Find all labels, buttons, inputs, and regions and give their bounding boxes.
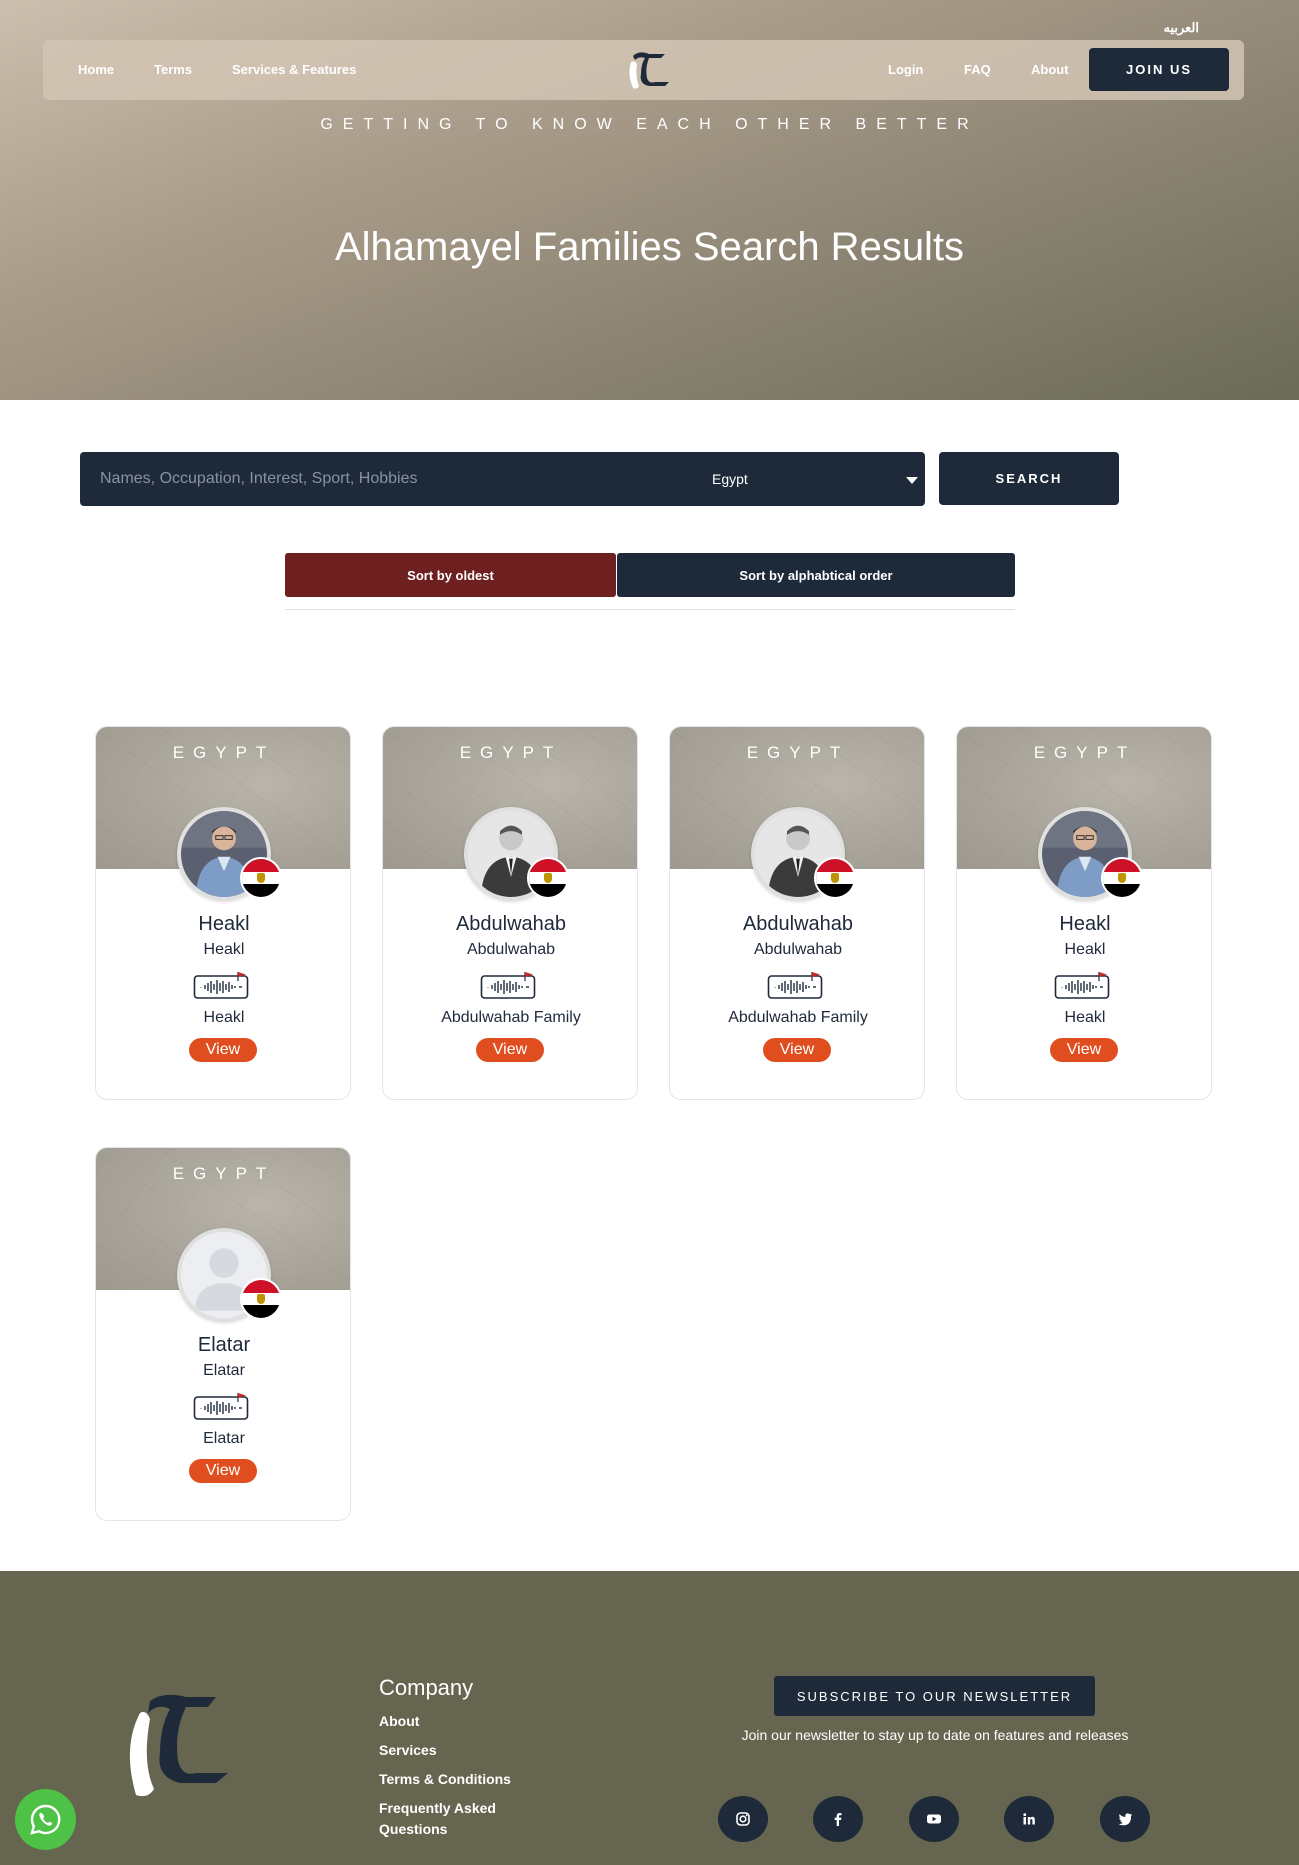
instagram-icon[interactable] <box>718 1796 768 1842</box>
audio-recording-icon[interactable] <box>1054 970 1114 1000</box>
nav-login[interactable]: Login <box>888 40 923 100</box>
search-input[interactable] <box>100 452 660 506</box>
whatsapp-chat-button[interactable] <box>15 1789 76 1850</box>
search-button[interactable]: SEARCH <box>939 452 1119 505</box>
nav-terms[interactable]: Terms <box>154 40 192 100</box>
card-name: Elatar <box>197 1334 251 1356</box>
card-name: Abdulwahab <box>455 913 567 935</box>
card-subtitle: Heakl <box>203 941 245 958</box>
country-select-value: Egypt <box>712 471 748 487</box>
nav-home[interactable]: Home <box>78 40 114 100</box>
hero-section: العربيه Home Terms Services & Features L… <box>0 0 1299 400</box>
card-family: Elatar <box>203 1430 245 1447</box>
footer: Company About Services Terms & Condition… <box>0 1571 1299 1865</box>
card-name: Heakl <box>1059 913 1111 935</box>
card-country: EGYPT <box>746 743 850 762</box>
card-subtitle: Abdulwahab <box>466 941 556 958</box>
card-name: Abdulwahab <box>742 913 854 935</box>
audio-recording-icon[interactable] <box>193 1391 253 1421</box>
result-card: EGYPT Heakl Heakl Heakl View <box>956 726 1212 1100</box>
egypt-flag-icon <box>240 857 282 899</box>
newsletter-description: Join our newsletter to stay up to date o… <box>741 1727 1129 1743</box>
egypt-flag-icon <box>814 857 856 899</box>
footer-link-services[interactable]: Services <box>379 1740 437 1761</box>
view-button[interactable]: View <box>476 1038 544 1062</box>
egypt-flag-icon <box>240 1278 282 1320</box>
search-bar: Egypt <box>80 452 925 506</box>
card-country: EGYPT <box>1033 743 1137 762</box>
result-card: EGYPT Heakl Heakl Heakl View <box>95 726 351 1100</box>
join-us-button[interactable]: JOIN US <box>1089 48 1229 91</box>
view-button[interactable]: View <box>189 1459 257 1483</box>
footer-link-faq[interactable]: Frequently Asked Questions <box>379 1798 519 1840</box>
audio-recording-icon[interactable] <box>767 970 827 1000</box>
card-family: Abdulwahab Family <box>728 1009 868 1026</box>
egypt-flag-icon <box>527 857 569 899</box>
audio-recording-icon[interactable] <box>480 970 540 1000</box>
twitter-icon[interactable] <box>1100 1796 1150 1842</box>
card-name: Heakl <box>198 913 250 935</box>
sort-oldest-button[interactable]: Sort by oldest <box>285 553 616 597</box>
sort-divider <box>285 609 1015 610</box>
view-button[interactable]: View <box>189 1038 257 1062</box>
result-card: EGYPT Abdulwahab Abdulwahab Abdulwahab Fami… <box>669 726 925 1100</box>
sort-alphabetical-button[interactable]: Sort by alphabtical order <box>617 553 1015 597</box>
footer-logo-icon <box>129 1694 228 1797</box>
subscribe-newsletter-button[interactable]: SUBSCRIBE TO OUR NEWSLETTER <box>774 1676 1095 1716</box>
card-country: EGYPT <box>172 1164 276 1183</box>
country-select[interactable]: Egypt <box>712 452 922 506</box>
footer-company-title: Company <box>379 1675 474 1700</box>
view-button[interactable]: View <box>763 1038 831 1062</box>
footer-link-terms[interactable]: Terms & Conditions <box>379 1769 511 1790</box>
result-card: EGYPT Elatar Elatar Elatar View <box>95 1147 351 1521</box>
language-switch-link[interactable]: العربيه <box>1163 20 1199 36</box>
footer-link-about[interactable]: About <box>379 1711 419 1732</box>
page-title: Alhamayel Families Search Results <box>334 225 965 269</box>
linkedin-icon[interactable] <box>1004 1796 1054 1842</box>
card-subtitle: Abdulwahab <box>753 941 843 958</box>
top-navbar: Home Terms Services & Features Login FAQ… <box>43 40 1244 100</box>
card-country: EGYPT <box>459 743 563 762</box>
nav-services-features[interactable]: Services & Features <box>232 40 356 100</box>
audio-recording-icon[interactable] <box>193 970 253 1000</box>
egypt-flag-icon <box>1101 857 1143 899</box>
site-logo-icon[interactable] <box>625 48 671 92</box>
youtube-icon[interactable] <box>909 1796 959 1842</box>
hero-tagline: GETTING TO KNOW EACH OTHER BETTER <box>320 116 979 133</box>
whatsapp-icon <box>30 1804 61 1835</box>
card-family: Heakl <box>1064 1009 1106 1026</box>
card-family: Abdulwahab Family <box>441 1009 581 1026</box>
facebook-icon[interactable] <box>813 1796 863 1842</box>
card-subtitle: Heakl <box>1064 941 1106 958</box>
chevron-down-icon <box>906 477 918 484</box>
card-family: Heakl <box>203 1009 245 1026</box>
nav-about[interactable]: About <box>1031 40 1069 100</box>
view-button[interactable]: View <box>1050 1038 1118 1062</box>
nav-faq[interactable]: FAQ <box>964 40 991 100</box>
result-card: EGYPT Abdulwahab Abdulwahab Abdulwahab Fami… <box>382 726 638 1100</box>
card-country: EGYPT <box>172 743 276 762</box>
card-subtitle: Elatar <box>203 1362 245 1379</box>
